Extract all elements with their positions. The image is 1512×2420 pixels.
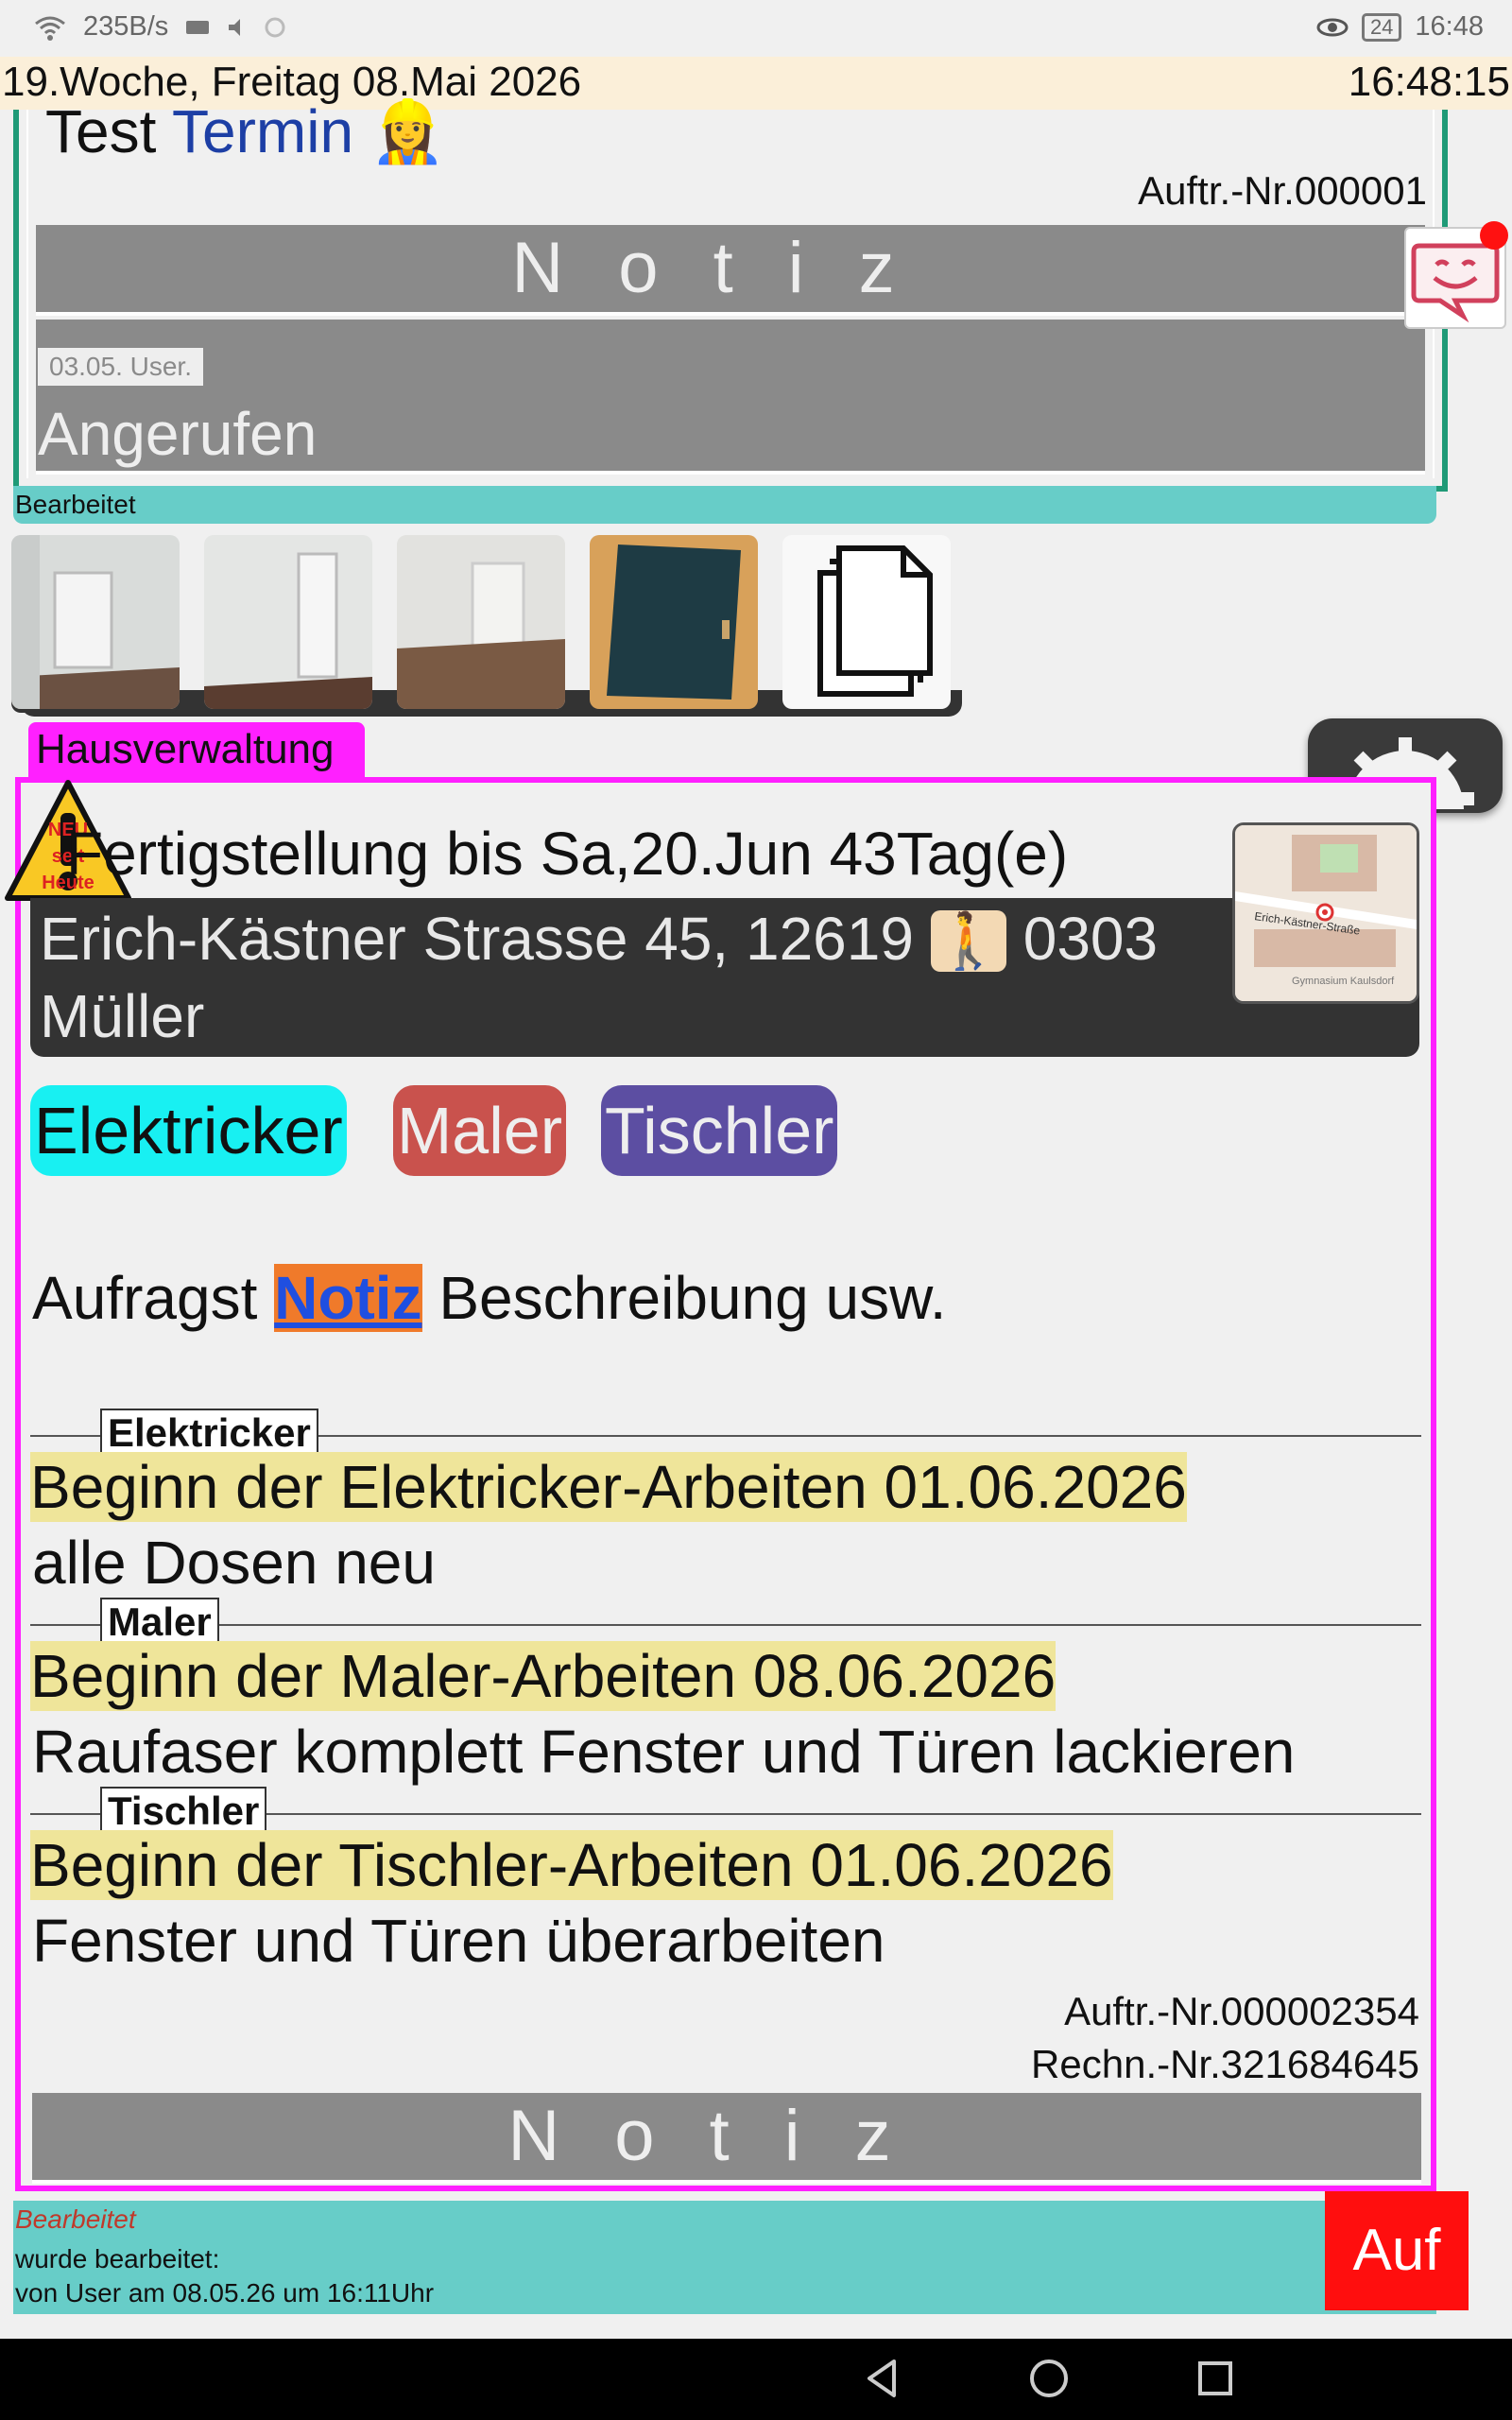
- request-suffix: Beschreibung usw.: [438, 1264, 947, 1332]
- address-line: Erich-Kästner Strasse 45, 12619 🚶 0303: [40, 904, 1158, 974]
- address-street: Erich-Kästner Strasse 45, 12619: [40, 905, 914, 973]
- completion-deadline: Fertigstellung bis Sa,20.Jun 43Tag(e): [66, 820, 1069, 888]
- system-status-bar: 235B/s 24 16:48: [0, 0, 1512, 57]
- notiz-button[interactable]: Notiz: [32, 2093, 1421, 2184]
- tag-tischler[interactable]: Tischler: [601, 1085, 838, 1176]
- worker-emoji-icon: 👷‍♀️: [369, 97, 446, 165]
- home-icon[interactable]: [1026, 2356, 1072, 2401]
- order-number: Auftr.-Nr.000001: [1138, 168, 1427, 213]
- photo-thumbnail-room-window[interactable]: [11, 535, 180, 709]
- title-word-test: Test: [45, 97, 157, 165]
- section-label-maler: Maler: [100, 1598, 219, 1647]
- apartment-number: 0303: [1022, 905, 1159, 973]
- note-entry[interactable]: 03.05. User. Angerufen: [36, 320, 1425, 475]
- category-text: Hausverwaltung: [36, 726, 335, 772]
- appointment-card-test[interactable]: Test Termin 👷‍♀️ Auftr.-Nr.000001 Notiz …: [13, 97, 1448, 492]
- battery-indicator: 24: [1361, 12, 1402, 42]
- settings-gear-small-icon: [265, 17, 285, 37]
- card-title: Test Termin 👷‍♀️: [45, 96, 446, 167]
- tag-maler[interactable]: Maler: [393, 1085, 567, 1176]
- notification-dot: [1480, 221, 1508, 250]
- photo-thumbnail-blue-door[interactable]: [590, 535, 758, 709]
- tenant-name: Müller: [40, 982, 205, 1050]
- address-box[interactable]: Erich-Kästner Strasse 45, 12619 🚶 0303 M…: [30, 898, 1419, 1057]
- begin-maler: Beginn der Maler-Arbeiten 08.06.2026: [30, 1641, 1057, 1711]
- category-label: Hausverwaltung: [28, 722, 365, 777]
- section-label-elektricker: Elektricker: [100, 1409, 318, 1458]
- keyboard-icon: [186, 20, 210, 34]
- recent-apps-icon[interactable]: [1193, 2356, 1238, 2401]
- request-description: Aufragst Notiz Beschreibung usw.: [32, 1263, 947, 1333]
- section-divider: [30, 1624, 1421, 1626]
- request-prefix: Aufragst: [32, 1264, 258, 1332]
- volume-mute-icon: [229, 18, 241, 36]
- status-time: 16:48: [1415, 11, 1484, 42]
- auf-button[interactable]: Auf: [1325, 2191, 1469, 2310]
- photo-thumbnail-room-floor[interactable]: [397, 535, 565, 709]
- begin-tischler: Beginn der Tischler-Arbeiten 01.06.2026: [30, 1830, 1113, 1900]
- edited-line1: wurde bearbeitet:: [15, 2244, 220, 2273]
- title-word-termin: Termin: [172, 97, 354, 165]
- eye-icon: [1316, 18, 1349, 36]
- desc-tischler: Fenster und Türen überarbeiten: [32, 1907, 885, 1975]
- edit-info-bar: Bearbeitet wurde bearbeitet: von User am…: [13, 2201, 1436, 2314]
- edited-line2: von User am 08.05.26 um 16:11Uhr: [15, 2278, 435, 2308]
- tag-elektricker[interactable]: Elektricker: [30, 1085, 347, 1176]
- desc-maler: Raufaser komplett Fenster und Türen lack…: [32, 1718, 1296, 1786]
- section-label-tischler: Tischler: [100, 1787, 267, 1836]
- invoice-number: Rechn.-Nr.321684645: [1031, 2042, 1419, 2086]
- desc-elektricker: alle Dosen neu: [32, 1529, 436, 1597]
- edited-label: Bearbeitet: [15, 490, 136, 519]
- system-navigation-bar: [0, 2339, 1512, 2420]
- notiz-button[interactable]: Notiz: [36, 225, 1425, 316]
- edited-label: Bearbeitet: [15, 2204, 136, 2234]
- chat-smiley-icon[interactable]: [1404, 221, 1508, 329]
- note-text: Angerufen: [38, 400, 318, 468]
- wifi-icon: [35, 16, 65, 41]
- edited-status-bar: Bearbeitet: [13, 486, 1436, 524]
- network-speed: 235B/s: [83, 11, 169, 42]
- documents-icon[interactable]: [782, 535, 951, 709]
- map-thumbnail[interactable]: Erich-Kästner-Straße Gymnasium Kaulsdorf: [1232, 822, 1419, 1004]
- stairs-icon: 🚶: [930, 910, 1006, 972]
- map-poi-label: Gymnasium Kaulsdorf: [1292, 976, 1395, 987]
- notiz-link[interactable]: Notiz: [274, 1264, 422, 1332]
- note-date: 03.05. User.: [38, 348, 203, 386]
- photo-thumbnail-room-door[interactable]: [204, 535, 372, 709]
- begin-elektricker: Beginn der Elektricker-Arbeiten 01.06.20…: [30, 1452, 1187, 1522]
- current-clock: 16:48:15: [1348, 59, 1510, 105]
- order-number: Auftr.-Nr.000002354: [1064, 1989, 1419, 2033]
- back-icon[interactable]: [860, 2356, 905, 2401]
